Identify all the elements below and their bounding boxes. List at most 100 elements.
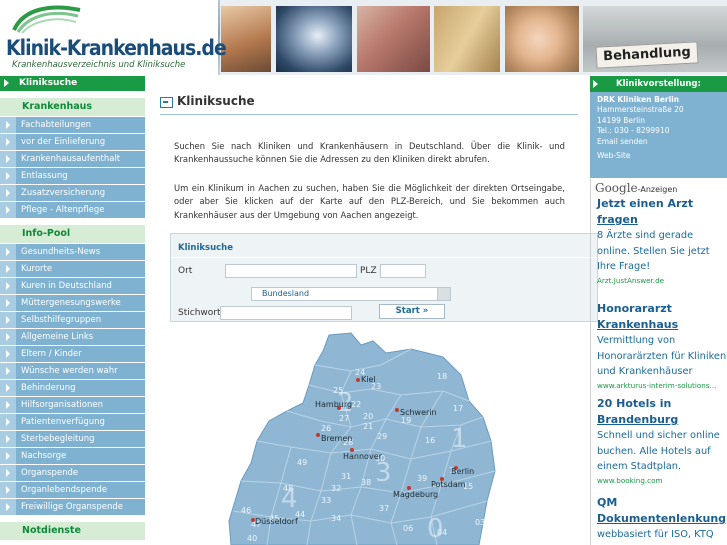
arrow-right-icon: [0, 151, 16, 167]
arrow-right-icon: [0, 168, 16, 184]
sidebar-item-hilfsorganisationen[interactable]: Hilfsorganisationen: [0, 397, 145, 414]
svg-text:34: 34: [331, 514, 341, 523]
banner-photo-documents: [434, 6, 500, 72]
sidebar-item-zusatzversicherung[interactable]: Zusatzversicherung: [0, 185, 145, 202]
arrow-right-icon: [0, 448, 16, 464]
arrow-right-icon: [593, 80, 598, 88]
sidebar-item-allgemeine-links[interactable]: Allgemeine Links: [0, 329, 145, 346]
svg-text:4: 4: [281, 484, 298, 514]
clinic-email-link[interactable]: Email senden: [597, 137, 720, 147]
sidebar-item-nachsorge[interactable]: Nachsorge: [0, 448, 145, 465]
banner-photo-surgeon: [221, 6, 271, 72]
arrow-right-icon: [4, 78, 9, 87]
sidebar-section-notdienste: Notdienste: [0, 522, 145, 541]
sidebar-item-organlebendspende[interactable]: Organlebendspende: [0, 482, 145, 499]
sidebar-item-entlassung[interactable]: Entlassung: [0, 168, 145, 185]
ad-text: webbasiert für ISO, KTQ: [597, 529, 714, 540]
svg-text:1: 1: [451, 424, 468, 454]
map-city-bremen: Bremen: [321, 434, 352, 443]
stichwort-input[interactable]: [220, 306, 352, 320]
sidebar-item-label: Wünsche werden wahr: [21, 366, 118, 376]
svg-text:31: 31: [341, 472, 351, 481]
sidebar-item-patientenverfügung[interactable]: Patientenverfügung: [0, 414, 145, 431]
sidebar-item-vor-der-einlieferung[interactable]: vor der Einlieferung: [0, 134, 145, 151]
arrow-right-icon: [0, 380, 16, 396]
sidebar-item-müttergenesungswerke[interactable]: Müttergenesungswerke: [0, 295, 145, 312]
arrow-right-icon: [0, 202, 16, 218]
ad-url[interactable]: www.booking.com: [597, 475, 727, 486]
arrow-right-icon: [0, 499, 16, 515]
sidebar-item-kurorte[interactable]: Kurorte: [0, 261, 145, 278]
arrow-right-icon: [0, 465, 16, 481]
svg-text:21: 21: [363, 422, 373, 431]
sidebar-item-label: Organlebendspende: [21, 485, 108, 495]
arrow-right-icon: [0, 346, 16, 362]
arrow-right-icon: [0, 482, 16, 498]
sidebar-item-sterbebegleitung[interactable]: Sterbebegleitung: [0, 431, 145, 448]
sidebar-item-pflege-altenpflege[interactable]: Pflege - Altenpflege: [0, 202, 145, 219]
ad-text: Vermittlung von Honorarärzten für Klinik…: [597, 335, 727, 377]
map-city-potsdam: Potsdam: [431, 480, 466, 489]
sidebar-item-organspende[interactable]: Organspende: [0, 465, 145, 482]
arrow-right-icon: [0, 185, 16, 201]
page-title: Kliniksuche: [177, 94, 255, 108]
sidebar-item-freiwillige-organspende[interactable]: Freiwillige Organspende: [0, 499, 145, 516]
map-city-hannover: Hannover: [343, 452, 383, 461]
svg-text:06: 06: [403, 524, 413, 533]
ad-block[interactable]: QM Dokumentenlenkung webbasiert für ISO, K…: [597, 495, 727, 543]
svg-text:19: 19: [401, 416, 411, 425]
sidebar-item-wünsche-werden-wahr[interactable]: Wünsche werden wahr: [0, 363, 145, 380]
sidebar-item-eltern-kinder[interactable]: Eltern / Kinder: [0, 346, 145, 363]
plz-input[interactable]: [380, 264, 426, 278]
arrow-right-icon: [0, 312, 16, 328]
sidebar-item-label: Kurorte: [21, 264, 53, 274]
svg-text:38: 38: [361, 478, 371, 487]
ad-block[interactable]: Jetzt einen Arzt fragen 8 Ärzte sind gerad…: [597, 196, 727, 286]
logo-subtitle: Krankenhausverzeichnis und Kliniksuche: [12, 60, 186, 70]
google-ads: Google-Anzeigen Jetzt einen Arzt fragen 8 …: [590, 179, 727, 545]
sidebar-item-fachabteilungen[interactable]: Fachabteilungen: [0, 117, 145, 134]
ad-headline[interactable]: 20 Hotels in Brandenburg: [597, 396, 727, 428]
sidebar-item-kliniksuche[interactable]: Kliniksuche: [0, 76, 145, 92]
svg-text:17: 17: [453, 404, 463, 413]
svg-text:16: 16: [425, 436, 435, 445]
ad-block[interactable]: 20 Hotels in Brandenburg Schnell und siche…: [597, 396, 727, 486]
sidebar-section-info-pool: Info-Pool: [0, 225, 145, 244]
svg-text:26: 26: [321, 424, 331, 433]
site-logo[interactable]: Klinik-Krankenhaus.de Krankenhausverzeic…: [0, 0, 227, 75]
main-content: Kliniksuche Suchen Sie nach Kliniken und…: [145, 76, 598, 545]
svg-text:40: 40: [247, 534, 257, 543]
ad-url[interactable]: Arzt.JustAnswer.de: [597, 275, 727, 286]
ad-url[interactable]: www.arkturus-interim-solutions...: [597, 380, 727, 391]
arrow-right-icon: [0, 431, 16, 447]
start-button[interactable]: Start »: [379, 304, 445, 319]
sidebar-item-kuren-in-deutschland[interactable]: Kuren in Deutschland: [0, 278, 145, 295]
ad-headline[interactable]: QM Dokumentenlenkung: [597, 495, 727, 527]
search-form-title: Kliniksuche: [178, 243, 233, 253]
chevron-down-icon[interactable]: [437, 288, 450, 300]
sidebar-item-krankenhausaufenthalt[interactable]: Krankenhausaufenthalt: [0, 151, 145, 168]
map-city-schwerin: Schwerin: [400, 408, 437, 417]
ad-headline[interactable]: Honorararzt Krankenhaus: [597, 301, 727, 333]
sidebar-item-gesundheits-news[interactable]: Gesundheits-News: [0, 244, 145, 261]
bundesland-select[interactable]: Bundesland: [251, 287, 451, 301]
map-city-hamburg: Hamburg: [315, 400, 352, 409]
germany-plz-map[interactable]: 242318 252219 172126 27 2028 162949 30391…: [211, 331, 531, 545]
sidebar-item-behinderung[interactable]: Behinderung: [0, 380, 145, 397]
clinic-showcase-header: Klinikvorstellung:: [590, 76, 727, 92]
sidebar-item-label: Freiwillige Organspende: [21, 502, 123, 512]
ort-input[interactable]: [225, 264, 357, 278]
ad-text: Schnell und sicher online buchen. Alle H…: [597, 430, 720, 472]
clinic-name: DRK Kliniken Berlin: [597, 95, 680, 104]
clinic-website-link[interactable]: Web-Site: [597, 151, 720, 161]
ad-block[interactable]: Honorararzt Krankenhaus Vermittlung von Ho…: [597, 301, 727, 391]
sidebar-item-label: Krankenhausaufenthalt: [21, 154, 121, 164]
sidebar-item-selbsthilfegruppen[interactable]: Selbsthilfegruppen: [0, 312, 145, 329]
sidebar-item-label: Gesundheits-News: [21, 247, 101, 257]
ad-headline[interactable]: Jetzt einen Arzt fragen: [597, 196, 727, 228]
arrow-right-icon: [0, 329, 16, 345]
svg-text:32: 32: [331, 484, 341, 493]
arrow-right-icon: [0, 397, 16, 413]
sidebar-item-label: Zusatzversicherung: [21, 188, 106, 198]
map-city-kiel: Kiel: [361, 375, 376, 384]
